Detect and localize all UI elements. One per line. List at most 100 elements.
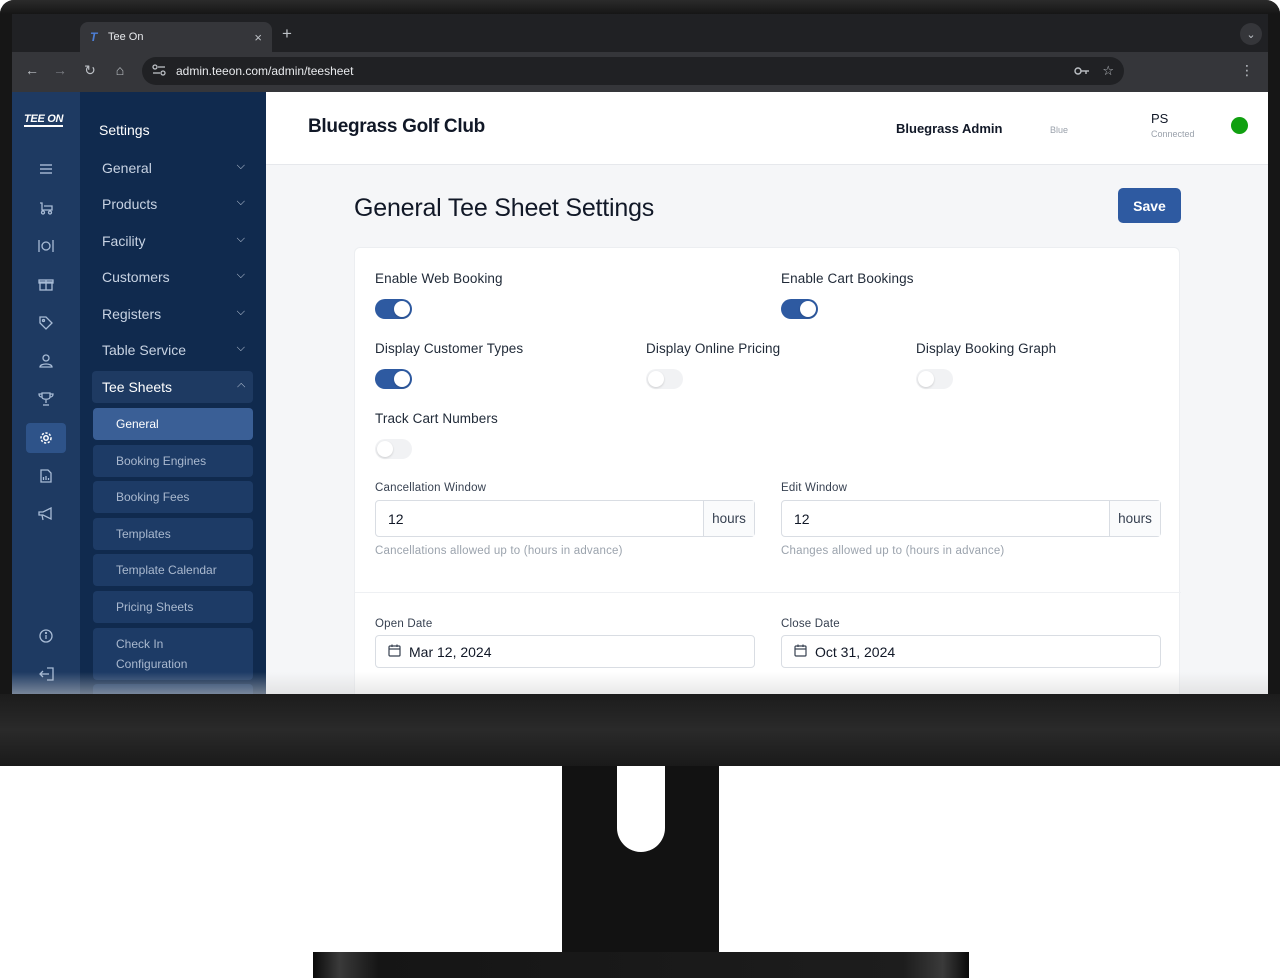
back-icon[interactable]: ← bbox=[22, 62, 42, 78]
main-content: Bluegrass Golf Club Bluegrass Admin Blue… bbox=[266, 92, 1268, 694]
site-info-icon[interactable] bbox=[152, 63, 166, 79]
sub-item-pricing-sheets[interactable]: Pricing Sheets bbox=[93, 591, 253, 623]
chevron-down-icon: ⌵ bbox=[236, 342, 245, 354]
gift-icon[interactable] bbox=[26, 269, 66, 299]
edit-window-input[interactable]: 12 bbox=[782, 501, 1109, 536]
bookmark-star-icon[interactable]: ☆ bbox=[1102, 63, 1114, 79]
admin-role: Blue bbox=[1050, 125, 1069, 135]
golf-cart-icon[interactable] bbox=[26, 193, 66, 223]
cart-numbers-toggle[interactable] bbox=[375, 439, 412, 459]
address-bar[interactable]: admin.teeon.com/admin/teesheet ☆ bbox=[142, 57, 1124, 85]
chevron-up-icon: ⌵ bbox=[236, 380, 245, 392]
sub-item-next[interactable] bbox=[93, 684, 253, 694]
open-date-label: Open Date bbox=[375, 618, 433, 630]
edit-window-field[interactable]: 12 hours bbox=[781, 500, 1161, 537]
nav-item-registers[interactable]: Registers ⌵ bbox=[92, 298, 253, 330]
password-key-icon[interactable] bbox=[1074, 64, 1090, 79]
teeon-logo[interactable]: TEE ON bbox=[24, 114, 63, 127]
sub-item-check-in-configuration[interactable]: Check In Configuration bbox=[93, 628, 253, 680]
nav-item-general[interactable]: General ⌵ bbox=[92, 152, 253, 184]
calendar-icon bbox=[388, 644, 401, 660]
edit-window-unit: hours bbox=[1109, 501, 1160, 536]
gear-icon[interactable] bbox=[26, 423, 66, 453]
save-button[interactable]: Save bbox=[1118, 188, 1181, 223]
cancellation-window-label: Cancellation Window bbox=[375, 482, 487, 494]
close-date-value: Oct 31, 2024 bbox=[815, 643, 896, 660]
document-icon[interactable] bbox=[26, 461, 66, 491]
url-text[interactable]: admin.teeon.com/admin/teesheet bbox=[176, 64, 1062, 78]
cancellation-window-input[interactable]: 12 bbox=[376, 501, 703, 536]
ps-label: PS bbox=[1151, 111, 1169, 126]
open-date-value: Mar 12, 2024 bbox=[409, 643, 492, 660]
cancellation-unit: hours bbox=[703, 501, 754, 536]
edit-window-label: Edit Window bbox=[781, 482, 848, 494]
online-pricing-label: Display Online Pricing bbox=[646, 341, 781, 356]
trophy-icon[interactable] bbox=[26, 384, 66, 414]
nav-item-table-service[interactable]: Table Service ⌵ bbox=[92, 334, 253, 366]
settings-nav-title: Settings bbox=[99, 122, 150, 138]
sub-item-booking-engines[interactable]: Booking Engines bbox=[93, 445, 253, 477]
sub-item-general[interactable]: General bbox=[93, 408, 253, 440]
logout-icon[interactable] bbox=[26, 659, 66, 689]
cancellation-window-field[interactable]: 12 hours bbox=[375, 500, 755, 537]
web-booking-toggle[interactable] bbox=[375, 299, 412, 319]
browser-window: T Tee On × + ⌄ ← → ↻ ⌂ admin.teeon.com/a… bbox=[12, 14, 1268, 694]
edit-window-helper: Changes allowed up to (hours in advance) bbox=[781, 545, 1005, 557]
chevron-down-icon: ⌵ bbox=[236, 306, 245, 318]
close-date-input[interactable]: Oct 31, 2024 bbox=[781, 635, 1161, 668]
tag-icon[interactable] bbox=[26, 308, 66, 338]
reload-icon[interactable]: ↻ bbox=[80, 62, 100, 79]
cart-bookings-toggle[interactable] bbox=[781, 299, 818, 319]
booking-graph-toggle[interactable] bbox=[916, 369, 953, 389]
close-tab-icon[interactable]: × bbox=[254, 30, 262, 45]
admin-name[interactable]: Bluegrass Admin bbox=[896, 121, 1002, 136]
open-date-input[interactable]: Mar 12, 2024 bbox=[375, 635, 755, 668]
stand-cable-hole bbox=[617, 766, 665, 852]
dining-icon[interactable] bbox=[26, 231, 66, 261]
club-name: Bluegrass Golf Club bbox=[308, 116, 485, 137]
forward-icon[interactable]: → bbox=[50, 62, 70, 78]
chevron-down-icon: ⌵ bbox=[236, 160, 245, 172]
teeon-favicon-icon: T bbox=[90, 30, 98, 44]
nav-item-label: Customers bbox=[102, 269, 170, 285]
nav-item-products[interactable]: Products ⌵ bbox=[92, 188, 253, 220]
connection-status-dot bbox=[1231, 117, 1248, 134]
nav-item-label: General bbox=[102, 160, 152, 176]
customer-types-toggle[interactable] bbox=[375, 369, 412, 389]
browser-menu-icon[interactable]: ⋮ bbox=[1240, 62, 1254, 79]
chevron-down-icon: ⌵ bbox=[236, 269, 245, 281]
top-header: Bluegrass Golf Club Bluegrass Admin Blue… bbox=[266, 92, 1268, 165]
nav-item-label: Tee Sheets bbox=[102, 379, 173, 395]
nav-item-tee-sheets[interactable]: Tee Sheets ⌵ bbox=[92, 371, 253, 403]
customer-types-label: Display Customer Types bbox=[375, 341, 524, 356]
settings-nav: Settings General ⌵ Products ⌵ Facility ⌵ Cu… bbox=[80, 92, 266, 694]
info-icon[interactable] bbox=[26, 621, 66, 651]
chevron-down-icon: ⌵ bbox=[236, 196, 245, 208]
browser-tab[interactable]: T Tee On × bbox=[80, 22, 272, 52]
browser-toolbar: ← → ↻ ⌂ admin.teeon.com/admin/teesheet ☆… bbox=[12, 52, 1268, 92]
nav-item-label: Products bbox=[102, 196, 158, 212]
nav-item-customers[interactable]: Customers ⌵ bbox=[92, 261, 253, 293]
tab-search-icon[interactable]: ⌄ bbox=[1240, 23, 1262, 45]
new-tab-icon[interactable]: + bbox=[282, 24, 292, 44]
tab-title: Tee On bbox=[108, 31, 144, 43]
user-icon[interactable] bbox=[26, 346, 66, 376]
nav-item-facility[interactable]: Facility ⌵ bbox=[92, 225, 253, 257]
sub-item-templates[interactable]: Templates bbox=[93, 518, 253, 550]
icon-rail: TEE ON bbox=[12, 92, 80, 694]
megaphone-icon[interactable] bbox=[26, 499, 66, 529]
nav-item-label: Registers bbox=[102, 306, 162, 322]
home-icon[interactable]: ⌂ bbox=[110, 62, 130, 78]
ps-status: Connected bbox=[1151, 129, 1195, 139]
menu-icon[interactable] bbox=[26, 154, 66, 184]
sub-item-template-calendar[interactable]: Template Calendar bbox=[93, 554, 253, 586]
sub-item-booking-fees[interactable]: Booking Fees bbox=[93, 481, 253, 513]
cart-numbers-label: Track Cart Numbers bbox=[375, 411, 498, 426]
cart-bookings-label: Enable Cart Bookings bbox=[781, 271, 914, 286]
nav-item-label: Table Service bbox=[102, 342, 187, 358]
cancellation-helper: Cancellations allowed up to (hours in ad… bbox=[375, 545, 623, 557]
page-title: General Tee Sheet Settings bbox=[354, 194, 655, 222]
tab-bar: T Tee On × + ⌄ bbox=[12, 14, 1268, 52]
web-booking-label: Enable Web Booking bbox=[375, 271, 503, 286]
online-pricing-toggle[interactable] bbox=[646, 369, 683, 389]
